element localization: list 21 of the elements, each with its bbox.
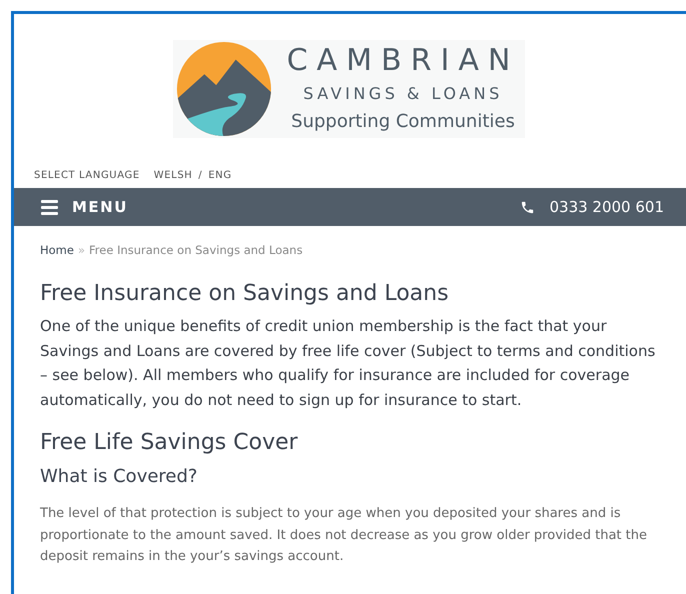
section-subheading: What is Covered? xyxy=(40,466,198,487)
breadcrumb-current: Free Insurance on Savings and Loans xyxy=(89,243,303,257)
menu-button[interactable]: MENU xyxy=(41,198,128,216)
page-heading: Free Insurance on Savings and Loans xyxy=(40,281,450,306)
language-link[interactable]: WELSH xyxy=(154,170,192,181)
breadcrumb-home-link[interactable]: Home xyxy=(40,243,74,257)
logo-name: CAMBRIAN xyxy=(286,42,520,80)
page-heading: Free Life Savings Cover xyxy=(40,430,299,455)
body-paragraph: The level of that protection is subject to your age when you deposited your shares and is proportionate to the amount saved. It does not decrease as you grow older provided that the deposit remains in the your’s savings account. xyxy=(40,505,648,566)
logo-tagline: Supporting Communities xyxy=(291,110,515,134)
mountain-river-logo-icon xyxy=(174,40,273,138)
language-link[interactable]: ENG xyxy=(208,170,232,181)
logo-subtitle: SAVINGS & LOANS xyxy=(303,83,503,105)
language-label: SELECT LANGUAGE xyxy=(34,170,140,181)
intro-paragraph: One of the unique benefits of credit union membership is the fact that your Savings and Loans are covered by free life cover (Subject to terms and conditions – see below). All members who qualify for insurance are included for coverage automatically, you do not need to sign up for insurance to start. xyxy=(40,316,656,410)
menu-icon xyxy=(41,200,58,214)
phone-link[interactable]: 0333 2000 601 xyxy=(520,198,664,216)
logo-card[interactable]: CAMBRIAN SAVINGS & LOANS Supporting Communities xyxy=(172,40,526,138)
breadcrumb-separator: » xyxy=(78,243,86,257)
language-separator: / xyxy=(198,170,202,181)
phone-icon xyxy=(520,200,536,214)
